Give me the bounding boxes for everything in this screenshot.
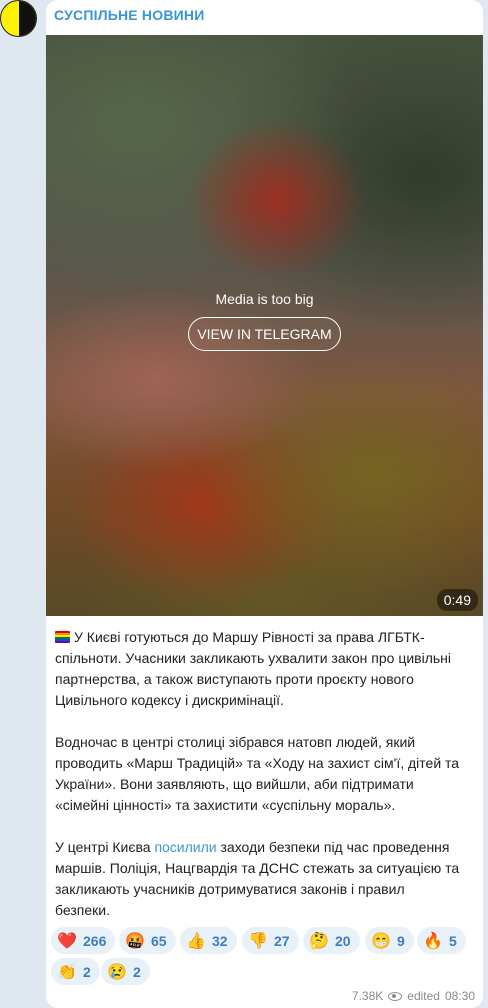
thumbs-down-icon: 👎 [248,932,268,950]
rainbow-flag-icon [55,631,70,643]
clapping-hands-icon: 👏 [57,963,77,981]
post-link[interactable]: посилили [154,839,216,855]
post-paragraph-2: Водночас в центрі столиці зібрався натов… [55,734,460,813]
media-too-big-notice: Media is too big [215,291,314,307]
crying-face-icon: 😢 [107,963,127,981]
post-text: У Києві готуються до Маршу Рівності за п… [55,627,475,942]
edited-label: edited [407,989,440,1003]
post-paragraph-1: У Києві готуються до Маршу Рівності за п… [55,629,452,708]
channel-name[interactable]: СУСПІЛЬНЕ НОВИНИ [54,7,204,23]
reaction-clap[interactable]: 👏 2 [51,958,100,985]
thinking-face-icon: 🤔 [309,932,329,950]
reaction-angry[interactable]: 🤬 65 [119,927,176,954]
video-duration: 0:49 [436,589,478,611]
angry-face-icon: 🤬 [125,932,145,950]
reaction-cry[interactable]: 😢 2 [101,958,150,985]
reaction-heart[interactable]: ❤️ 266 [51,927,116,954]
reaction-thumbs-up[interactable]: 👍 32 [180,927,237,954]
message-meta: 7.38K edited 08:30 [352,989,475,1003]
message-bubble: СУСПІЛЬНЕ НОВИНИ Media is too big VIEW I… [46,0,483,1008]
fire-icon: 🔥 [423,932,443,950]
thumbs-up-icon: 👍 [186,932,206,950]
eye-icon [388,991,403,1001]
video-preview[interactable]: Media is too big VIEW IN TELEGRAM 0:49 [46,35,483,616]
reaction-thumbs-down[interactable]: 👎 27 [242,927,299,954]
reaction-thinking[interactable]: 🤔 20 [303,927,360,954]
reaction-grin[interactable]: 😁 9 [365,927,414,954]
grinning-face-icon: 😁 [371,932,391,950]
post-paragraph-3: У центрі Києва посилили заходи безпеки п… [55,839,460,918]
view-in-telegram-button[interactable]: VIEW IN TELEGRAM [188,317,341,351]
red-heart-icon: ❤️ [57,932,77,950]
view-count: 7.38K [351,989,384,1003]
message-time: 08:30 [444,989,475,1003]
channel-avatar[interactable] [0,0,37,37]
reaction-fire[interactable]: 🔥 5 [417,927,466,954]
